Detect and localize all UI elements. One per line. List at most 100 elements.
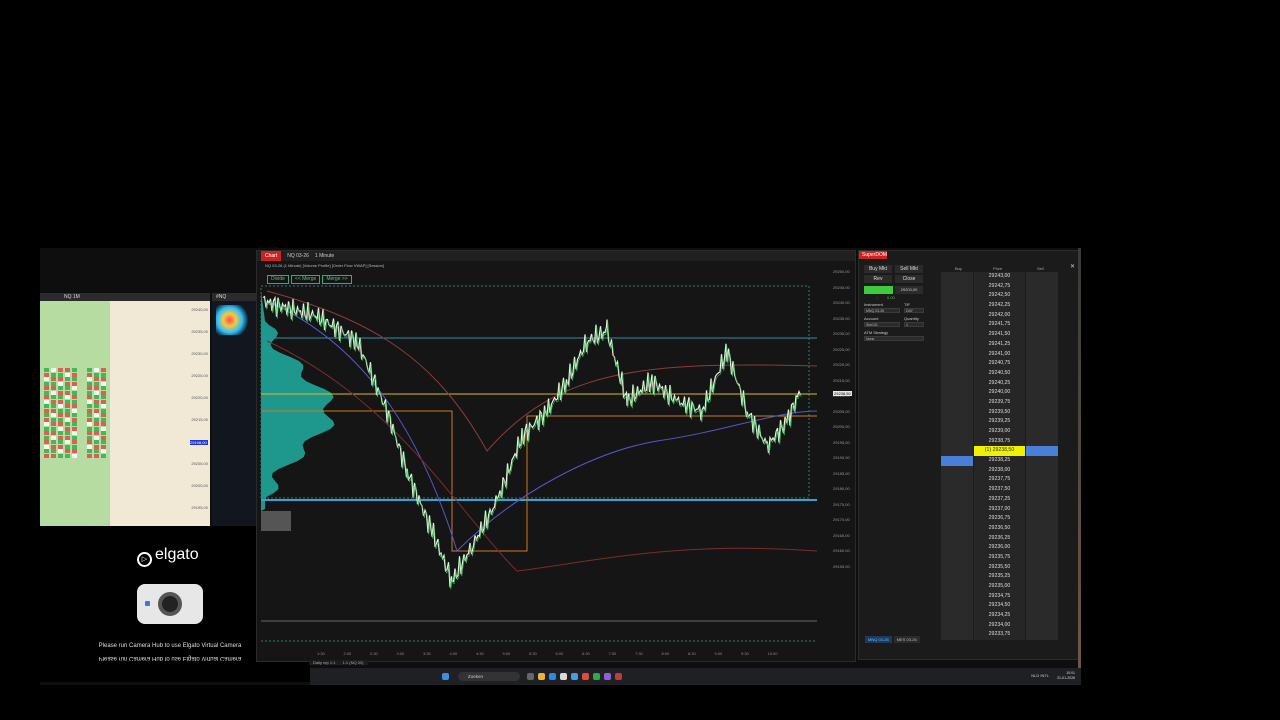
tab-chart[interactable]: Chart <box>261 251 282 261</box>
buy-cell[interactable] <box>941 320 974 331</box>
sell-cell[interactable] <box>1025 330 1058 340</box>
ladder-row[interactable]: 29241,25 <box>941 339 1058 350</box>
quantity-stepper[interactable]: 1 <box>904 322 924 327</box>
close-position-button[interactable]: Close <box>895 275 923 283</box>
sell-cell[interactable] <box>1025 310 1058 321</box>
edge-icon[interactable] <box>549 673 556 680</box>
sell-cell[interactable] <box>1025 533 1058 544</box>
system-clock[interactable]: 10:01 21-01-2026 <box>1057 671 1075 681</box>
sell-cell[interactable] <box>1025 485 1058 495</box>
store-icon[interactable] <box>560 673 567 680</box>
ladder-row[interactable]: 29242,75 <box>941 281 1058 292</box>
buy-cell[interactable] <box>941 620 974 631</box>
buy-cell[interactable] <box>941 630 974 641</box>
sell-cell[interactable] <box>1025 494 1058 505</box>
chart-window[interactable]: Chart NQ 03-26 1 Minute NQ 03-26 (1 Minu… <box>256 250 856 665</box>
footprint-panel[interactable]: NQ 1M 29240,00 29235,00 29230,00 29225,00 29… <box>40 293 210 526</box>
sell-cell[interactable] <box>1025 591 1058 602</box>
sell-cell[interactable] <box>1025 523 1058 534</box>
ladder-row[interactable]: 29239,50 <box>941 407 1058 418</box>
ladder-row[interactable]: 29241,75 <box>941 320 1058 331</box>
file-explorer-icon[interactable] <box>538 673 545 680</box>
sell-cell[interactable] <box>1025 456 1058 466</box>
ladder-row[interactable]: 29236,75 <box>941 514 1058 524</box>
ladder-row[interactable]: 29235,00 <box>941 582 1058 592</box>
ladder-row[interactable]: 29234,75 <box>941 591 1058 602</box>
sell-cell[interactable] <box>1025 611 1058 621</box>
sell-cell[interactable] <box>1025 349 1058 360</box>
ladder-row[interactable]: 29235,75 <box>941 552 1058 563</box>
buy-cell[interactable] <box>941 543 974 553</box>
ladder-row[interactable]: 29239,75 <box>941 397 1058 408</box>
ladder-row[interactable]: 29242,00 <box>941 310 1058 321</box>
sell-cell[interactable] <box>1025 397 1058 408</box>
ladder-row[interactable]: 29242,25 <box>941 301 1058 311</box>
buy-cell[interactable] <box>941 359 974 369</box>
sell-cell[interactable] <box>1025 475 1058 486</box>
ladder-row[interactable]: 29237,00 <box>941 504 1058 515</box>
ladder-row[interactable]: (1) 29238,50 <box>941 446 1058 457</box>
buy-cell[interactable] <box>941 388 974 398</box>
sell-cell[interactable] <box>1025 417 1058 427</box>
sell-cell[interactable] <box>1025 514 1058 524</box>
taskbar-search[interactable]: Zoeken <box>458 672 520 681</box>
sell-cell[interactable] <box>1025 339 1058 350</box>
sell-cell[interactable] <box>1025 465 1058 476</box>
buy-cell[interactable] <box>941 485 974 495</box>
sell-cell[interactable] <box>1025 543 1058 553</box>
tab-daily-rep[interactable]: Daily rep 1:1 <box>313 660 335 665</box>
sell-cell[interactable] <box>1025 446 1058 457</box>
ladder-row[interactable]: 29240,00 <box>941 388 1058 398</box>
sell-cell[interactable] <box>1025 504 1058 515</box>
buy-cell[interactable] <box>941 397 974 408</box>
instrument-select[interactable]: MNQ 03-26 <box>864 308 900 313</box>
sell-cell[interactable] <box>1025 601 1058 612</box>
buy-cell[interactable] <box>941 523 974 534</box>
sell-cell[interactable] <box>1025 359 1058 369</box>
sell-cell[interactable] <box>1025 582 1058 592</box>
buy-cell[interactable] <box>941 552 974 563</box>
ladder-row[interactable]: 29233,75 <box>941 630 1058 641</box>
buy-cell[interactable] <box>941 446 974 457</box>
buy-cell[interactable] <box>941 582 974 592</box>
buy-market-button[interactable]: Buy Mkt <box>864 265 892 273</box>
ladder-row[interactable]: 29239,25 <box>941 417 1058 427</box>
sell-market-button[interactable]: Sell Mkt <box>895 265 923 273</box>
sell-cell[interactable] <box>1025 407 1058 418</box>
buy-cell[interactable] <box>941 475 974 486</box>
buy-cell[interactable] <box>941 301 974 311</box>
buy-cell[interactable] <box>941 611 974 621</box>
language-indicator[interactable]: NLD INTL <box>1031 673 1049 678</box>
ladder-row[interactable]: 29240,75 <box>941 359 1058 369</box>
ladder-row[interactable]: 29241,50 <box>941 330 1058 340</box>
buy-cell[interactable] <box>941 465 974 476</box>
ladder-row[interactable]: 29240,50 <box>941 368 1058 379</box>
ladder-row[interactable]: 29235,50 <box>941 562 1058 573</box>
start-icon[interactable] <box>442 673 449 680</box>
sell-cell[interactable] <box>1025 620 1058 631</box>
buy-cell[interactable] <box>941 514 974 524</box>
tab-nq[interactable]: 1:1 (NQ 03) <box>343 660 364 665</box>
buy-cell[interactable] <box>941 533 974 544</box>
sell-cell[interactable] <box>1025 388 1058 398</box>
discord-icon[interactable] <box>604 673 611 680</box>
ladder-row[interactable]: 29235,25 <box>941 572 1058 582</box>
buy-cell[interactable] <box>941 281 974 292</box>
buy-cell[interactable] <box>941 291 974 302</box>
sell-cell[interactable] <box>1025 562 1058 573</box>
buy-cell[interactable] <box>941 272 974 282</box>
ladder-row[interactable]: 29238,25 <box>941 456 1058 466</box>
ladder-row[interactable]: 29236,25 <box>941 533 1058 544</box>
divide-button[interactable]: Divide <box>267 275 289 284</box>
tab-mes[interactable]: MES 03-26 <box>893 636 920 643</box>
buy-cell[interactable] <box>941 310 974 321</box>
task-view-icon[interactable] <box>527 673 534 680</box>
buy-cell[interactable] <box>941 407 974 418</box>
chart-bottom-tabs[interactable]: Daily rep 1:1 1:1 (NQ 03) <box>309 660 368 665</box>
buy-cell[interactable] <box>941 456 974 466</box>
superdom-window[interactable]: SuperDOM ✕ Buy Mkt Sell Mkt Rev Close 1 … <box>858 250 1080 660</box>
sell-cell[interactable] <box>1025 630 1058 641</box>
buy-cell[interactable] <box>941 504 974 515</box>
ladder-row[interactable]: 29241,00 <box>941 349 1058 360</box>
sell-cell[interactable] <box>1025 320 1058 331</box>
